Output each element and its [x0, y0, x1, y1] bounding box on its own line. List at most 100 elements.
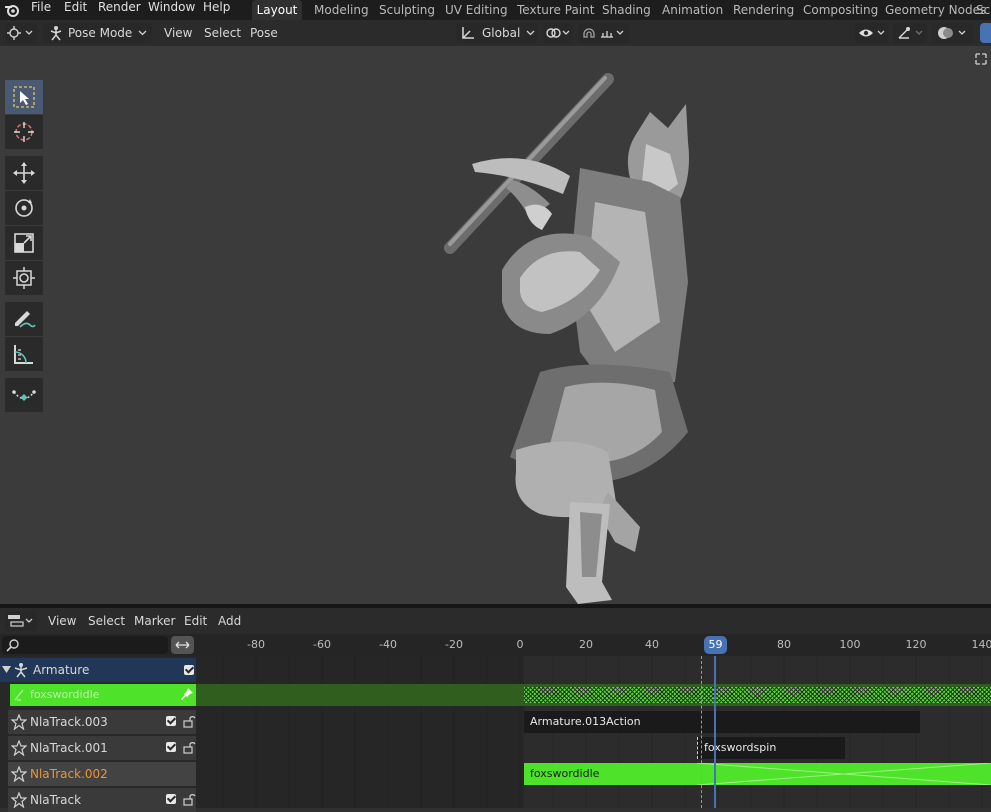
- menu-edit[interactable]: Edit: [64, 0, 87, 20]
- track-row-002[interactable]: NlaTrack.002: [8, 762, 196, 786]
- tick-label: 20: [579, 638, 593, 651]
- tool-pose-breakdowner[interactable]: [5, 378, 43, 412]
- track-row-001[interactable]: NlaTrack.001: [8, 736, 196, 760]
- tab-texture-paint[interactable]: Texture Paint: [517, 0, 594, 20]
- nla-menu-edit[interactable]: Edit: [184, 614, 207, 628]
- nla-menu-marker[interactable]: Marker: [134, 614, 175, 628]
- track-mute-checkbox[interactable]: [166, 716, 176, 726]
- tool-transform[interactable]: [5, 261, 43, 295]
- editor-type-button[interactable]: [5, 23, 37, 43]
- tool-scale[interactable]: [5, 226, 43, 260]
- overlays-icon: [937, 25, 971, 41]
- tab-scripting[interactable]: Sc: [976, 0, 990, 20]
- object-row-armature[interactable]: Armature: [0, 658, 196, 682]
- tool-annotate[interactable]: [5, 302, 43, 336]
- unlock-icon[interactable]: [182, 740, 196, 754]
- tool-rotate[interactable]: [5, 191, 43, 225]
- select-box-icon: [12, 85, 36, 109]
- track-name: NlaTrack: [30, 793, 81, 807]
- gizmo-dropdown[interactable]: [893, 23, 927, 43]
- nla-editor-type-button[interactable]: [5, 611, 37, 631]
- search-icon: [6, 638, 20, 652]
- frame-ruler[interactable]: -80 -60 -40 -20 0 20 40 60 80 100 120 14…: [196, 634, 991, 656]
- current-frame-indicator[interactable]: 59: [704, 636, 727, 654]
- tick-label: -80: [247, 638, 265, 651]
- chevron-down-icon: [526, 29, 535, 37]
- eye-icon: [858, 26, 888, 40]
- mode-label: Pose Mode: [68, 26, 132, 40]
- current-frame-line[interactable]: [714, 656, 716, 808]
- visibility-dropdown[interactable]: [855, 23, 889, 43]
- track-row-003[interactable]: NlaTrack.003: [8, 710, 196, 734]
- track-name: NlaTrack.003: [30, 715, 108, 729]
- action-line-name: foxswordidle: [30, 688, 99, 701]
- unlock-icon[interactable]: [182, 714, 196, 728]
- tab-sculpting[interactable]: Sculpting: [379, 0, 435, 20]
- pose-mode-icon: [48, 25, 64, 41]
- strip-armature-013-action[interactable]: Armature.013Action: [524, 711, 920, 733]
- shading-solid-button[interactable]: [980, 23, 991, 43]
- strip-foxswordidle[interactable]: foxswordidle: [524, 763, 991, 785]
- star-icon[interactable]: [11, 792, 27, 808]
- tool-select-box[interactable]: [5, 80, 43, 114]
- track-search-row: [0, 634, 196, 656]
- snap-increment-icon: [600, 25, 628, 41]
- fox-character-model[interactable]: [430, 72, 710, 604]
- object-checkbox[interactable]: [184, 665, 194, 675]
- pose-breakdowner-icon: [12, 383, 36, 407]
- tab-compositing[interactable]: Compositing: [803, 0, 878, 20]
- star-icon[interactable]: [11, 740, 27, 756]
- pin-icon[interactable]: [180, 687, 194, 701]
- action-icon: [12, 688, 26, 702]
- expand-triangle-icon[interactable]: [2, 666, 11, 674]
- tick-label: 140: [972, 638, 991, 651]
- swap-filter-button[interactable]: [171, 636, 194, 654]
- orientation-dropdown[interactable]: Global: [456, 23, 538, 43]
- pre-range-overlay: [196, 656, 524, 808]
- nla-menu-select[interactable]: Select: [88, 614, 125, 628]
- global-axes-icon: [460, 25, 476, 41]
- strip-foxswordspin[interactable]: foxswordspin: [697, 737, 845, 759]
- menu-view[interactable]: View: [164, 26, 192, 40]
- star-icon[interactable]: [11, 766, 27, 782]
- track-row-base[interactable]: NlaTrack: [8, 788, 196, 812]
- action-line-row[interactable]: foxswordidle: [10, 684, 196, 706]
- blender-logo-icon[interactable]: [4, 2, 20, 18]
- tool-move[interactable]: [5, 156, 43, 190]
- overlays-dropdown[interactable]: [932, 23, 974, 43]
- menu-select[interactable]: Select: [204, 26, 241, 40]
- unlock-icon[interactable]: [182, 792, 196, 806]
- tool-measure[interactable]: [5, 337, 43, 371]
- tab-geometry-nodes[interactable]: Geometry Nodes: [885, 0, 986, 20]
- menu-pose[interactable]: Pose: [250, 26, 278, 40]
- action-keyframe-range[interactable]: [524, 687, 991, 703]
- tab-modeling[interactable]: Modeling: [314, 0, 369, 20]
- menu-file[interactable]: File: [31, 0, 51, 20]
- menu-window[interactable]: Window: [148, 0, 195, 20]
- tab-animation[interactable]: Animation: [662, 0, 723, 20]
- gizmo-icon: [896, 25, 926, 41]
- tab-shading[interactable]: Shading: [602, 0, 651, 20]
- nla-menu-view[interactable]: View: [48, 614, 76, 628]
- tool-cursor[interactable]: [5, 115, 43, 149]
- scale-icon: [12, 231, 36, 255]
- menu-help[interactable]: Help: [203, 0, 230, 20]
- mode-dropdown[interactable]: Pose Mode: [43, 23, 152, 43]
- track-mute-checkbox[interactable]: [166, 742, 176, 752]
- viewport-corner-icon[interactable]: [974, 52, 988, 66]
- snapping-group[interactable]: [578, 23, 630, 43]
- pivot-point-dropdown[interactable]: [543, 23, 573, 43]
- tab-layout[interactable]: Layout: [252, 0, 302, 20]
- track-search-input[interactable]: [2, 636, 168, 654]
- track-name-highlighted: NlaTrack.002: [30, 767, 108, 781]
- track-mute-checkbox[interactable]: [166, 794, 176, 804]
- snap-magnet-icon: [581, 25, 597, 41]
- menu-render[interactable]: Render: [98, 0, 141, 20]
- tab-rendering[interactable]: Rendering: [733, 0, 794, 20]
- tick-label: -20: [445, 638, 463, 651]
- nla-strip-area[interactable]: Armature.013Action foxswordspin foxsword…: [196, 656, 991, 808]
- star-icon[interactable]: [11, 714, 27, 730]
- 3d-viewport[interactable]: [0, 46, 991, 604]
- nla-menu-add[interactable]: Add: [218, 614, 241, 628]
- tab-uv-editing[interactable]: UV Editing: [445, 0, 508, 20]
